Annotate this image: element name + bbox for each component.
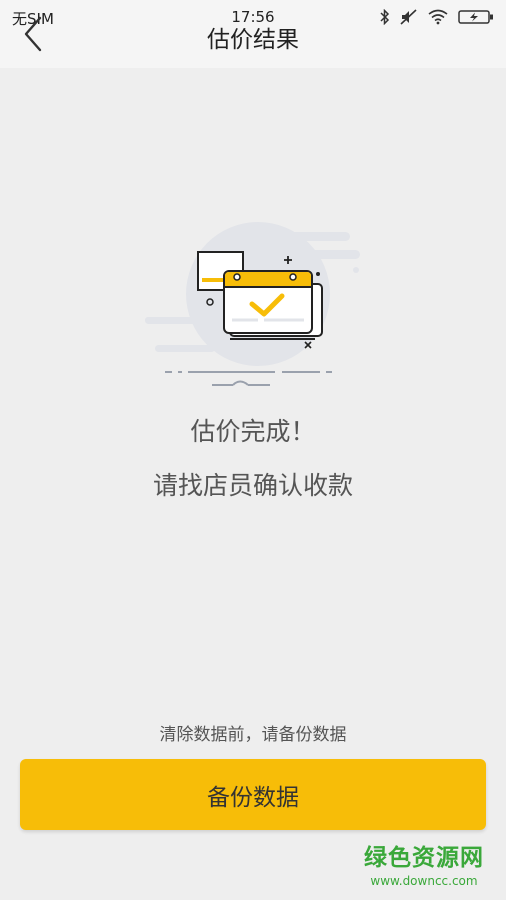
watermark-title: 绿色资源网: [364, 845, 484, 871]
watermark-url: www.downcc.com: [370, 874, 478, 888]
calendar-check-icon: [145, 222, 360, 386]
completion-message: 估价完成！: [190, 417, 316, 446]
header-bar: 无SIM 17:56 估价结果: [0, 0, 506, 68]
site-watermark: 绿色资源网 www.downcc.com: [364, 838, 484, 888]
backup-hint: 清除数据前，请备份数据: [159, 725, 347, 745]
page-title: 估价结果: [207, 27, 299, 53]
success-illustration: [140, 222, 370, 392]
instruction-message: 请找店员确认收款: [152, 471, 353, 500]
backup-data-button[interactable]: 备份数据: [20, 759, 486, 830]
